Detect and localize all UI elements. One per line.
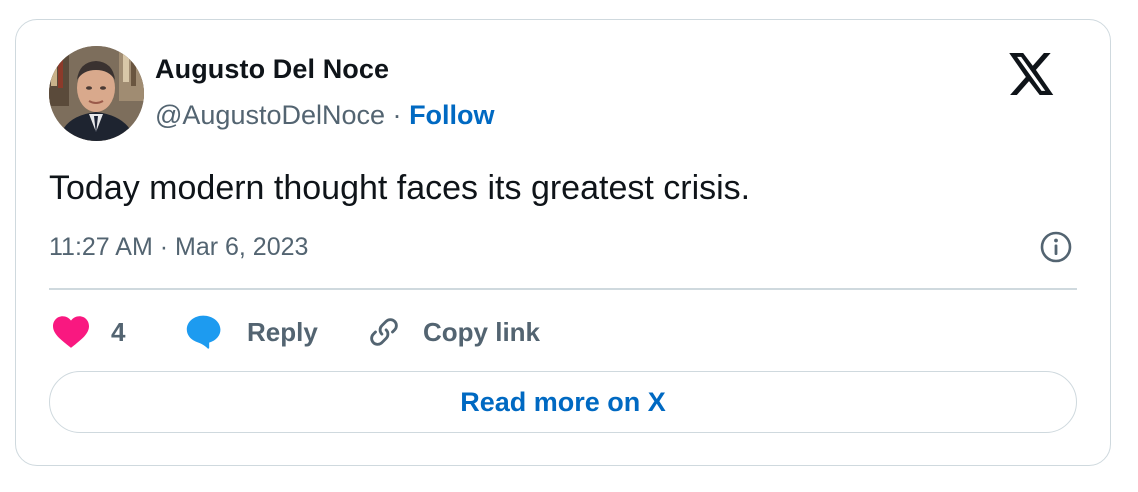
info-icon[interactable] — [1039, 230, 1073, 264]
link-icon — [370, 318, 398, 346]
read-more-label: Read more on X — [460, 386, 666, 417]
read-more-button[interactable]: Read more on X — [49, 371, 1077, 433]
tweet-card: Augusto Del Noce @AugustoDelNoce · Follo… — [15, 19, 1111, 466]
reply-button[interactable]: Reply — [185, 310, 318, 354]
tweet-text: Today modern thought faces its greatest … — [49, 169, 751, 207]
separator-dot: · — [392, 100, 402, 130]
copy-link-label: Copy link — [423, 316, 541, 347]
author-name[interactable]: Augusto Del Noce — [155, 54, 389, 85]
avatar[interactable] — [49, 46, 144, 141]
follow-button[interactable]: Follow — [409, 100, 494, 130]
like-button[interactable]: 4 — [53, 310, 125, 354]
x-logo-icon[interactable] — [1009, 53, 1055, 95]
action-bar: 4 Reply Copy link — [49, 310, 749, 354]
copy-link-button[interactable]: Copy link — [367, 310, 540, 354]
tweet-timestamp[interactable]: 11:27 AM · Mar 6, 2023 — [49, 233, 308, 262]
divider — [49, 288, 1077, 290]
heart-icon — [53, 316, 89, 348]
speech-bubble-icon — [186, 315, 221, 349]
like-count: 4 — [111, 316, 126, 347]
author-handle[interactable]: @AugustoDelNoce — [155, 100, 385, 130]
reply-label: Reply — [247, 316, 318, 347]
author-handle-line: @AugustoDelNoce · Follow — [155, 100, 495, 131]
